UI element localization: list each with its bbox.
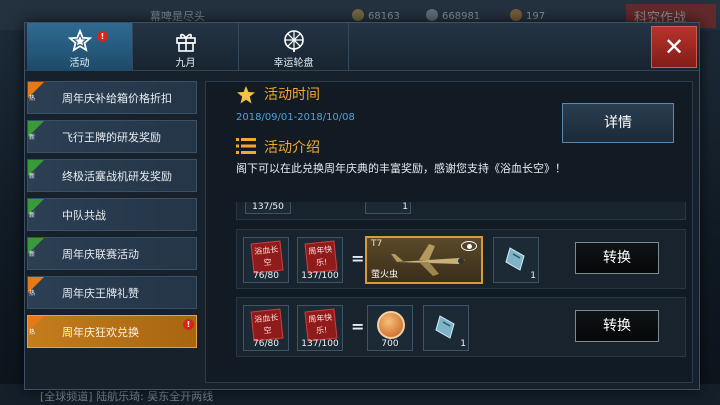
anniversary-token-icon: 浴血长空 (250, 308, 284, 342)
coin-reward-card: 700 (367, 305, 413, 351)
sidebar-item-league[interactable]: 新 周年庆联赛活动 (27, 237, 197, 270)
item-count: 76/80 (253, 271, 279, 281)
reward-item-card: 1 (423, 305, 469, 351)
sidebar-item-ace-research[interactable]: 新 飞行王牌的研发奖励 (27, 120, 197, 153)
item-count: 137/50 (252, 202, 284, 212)
event-list: 热 周年庆补给箱价格折扣 新 飞行王牌的研发奖励 新 终极活塞战机研发奖励 新 … (27, 81, 197, 354)
gold-icon (352, 9, 364, 21)
reward-item-card: 1 (365, 202, 411, 214)
close-icon: ✕ (663, 33, 685, 61)
event-intro-heading: 活动介绍 (264, 140, 320, 156)
redeem-row: 浴血长空 76/80 周年快乐! 137/100 = T7 萤火虫 1 转换 (236, 229, 686, 289)
wheel-icon (283, 30, 304, 52)
convert-button[interactable]: 转换 (575, 242, 659, 274)
equals-sign: = (351, 249, 365, 268)
event-time-heading: 活动时间 (264, 87, 320, 103)
input-item-card: 周年快乐! 137/100 (297, 305, 343, 351)
redeem-row: 浴血长空 76/80 周年快乐! 137/100 = 700 1 转换 (236, 297, 686, 357)
reward-count: 1 (402, 202, 408, 212)
item-count: 137/100 (301, 271, 339, 281)
hot-tag-icon: 热 (28, 316, 44, 336)
event-description: 阁下可以在此兑换周年庆典的丰富奖励，感谢您支持《浴血长空》！ (236, 162, 566, 175)
resource-gold: 68163 (352, 9, 400, 22)
input-item-card: 周年快乐! 137/100 (297, 237, 343, 283)
coin-count: 700 (381, 339, 399, 349)
star-icon (237, 86, 255, 104)
reward-item-card: 1 (493, 237, 539, 283)
reward-count: 1 (460, 339, 466, 349)
preview-eye-icon[interactable] (461, 241, 477, 251)
event-date-range: 2018/09/01-2018/10/08 (236, 112, 355, 123)
close-button[interactable]: ✕ (651, 26, 697, 68)
ticket-icon (435, 315, 455, 339)
tab-lucky-wheel[interactable]: 幸运轮盘 (239, 23, 349, 71)
anniversary-token-icon: 周年快乐! (304, 240, 338, 274)
tab-lucky-wheel-label: 幸运轮盘 (273, 58, 314, 69)
sidebar-item-anniversary-discount[interactable]: 热 周年庆补给箱价格折扣 (27, 81, 197, 114)
sidebar-item-label: 飞行王牌的研发奖励 (62, 131, 161, 144)
chat-text: [全球频道] 陆航乐琦: 吴东全开两线 (40, 390, 214, 403)
coin-icon (377, 311, 405, 339)
gem-icon (510, 9, 522, 21)
plane-icon (391, 244, 465, 276)
tab-events-label: 活动 (69, 58, 90, 69)
hot-tag-icon: 热 (28, 82, 44, 102)
resource-silver: 668981 (426, 9, 480, 22)
equals-sign: = (351, 317, 365, 336)
new-tag-icon: 新 (28, 160, 44, 180)
resource-gem: 197 (510, 9, 545, 22)
event-detail-panel: 活动时间 2018/09/01-2018/10/08 活动介绍 阁下可以在此兑换… (205, 81, 693, 383)
item-count: 76/80 (253, 339, 279, 349)
tab-bar: 活动 ! 九月 幸运轮盘 ✕ (25, 23, 699, 71)
sidebar-item-piston-research[interactable]: 新 终极活塞战机研发奖励 (27, 159, 197, 192)
anniversary-token-icon: 周年快乐! (304, 308, 338, 342)
reward-plane-card[interactable]: T7 萤火虫 (365, 236, 483, 284)
input-item-card: 浴血长空 76/80 (243, 237, 289, 283)
plane-name: 萤火虫 (371, 270, 399, 280)
input-item-card: 137/50 (245, 202, 291, 214)
sidebar-item-squadron[interactable]: 新 中队共战 (27, 198, 197, 231)
anniversary-token-icon: 浴血长空 (250, 240, 284, 274)
sidebar-item-badge: ! (183, 319, 194, 330)
reward-count: 1 (530, 271, 536, 281)
new-tag-icon: 新 (28, 238, 44, 258)
event-dialog: 活动 ! 九月 幸运轮盘 ✕ 热 周年庆补给箱价格折扣 新 飞行王牌的研发奖励 … (24, 22, 700, 390)
convert-button[interactable]: 转换 (575, 310, 659, 342)
gift-icon (175, 33, 196, 52)
redeem-list[interactable]: 137/50 1 浴血长空 76/80 周年快乐! 137/100 = T7 萤… (228, 202, 694, 384)
sidebar-item-label: 中队共战 (62, 209, 106, 222)
hot-tag-icon: 热 (28, 277, 44, 297)
tab-badge: ! (97, 31, 108, 42)
item-count: 137/100 (301, 339, 339, 349)
ticket-icon (505, 247, 525, 271)
new-tag-icon: 新 (28, 121, 44, 141)
new-tag-icon: 新 (28, 199, 44, 219)
sidebar-item-label: 周年庆补给箱价格折扣 (62, 92, 172, 105)
plane-tier: T7 (371, 239, 383, 249)
sidebar-item-label: 终极活塞战机研发奖励 (62, 170, 172, 183)
game-screen: 幕啤是尽头 68163 668981 197 科究作战 [全球频道] 陆航乐琦:… (0, 0, 720, 405)
list-icon (236, 138, 256, 154)
sidebar-item-label: 周年庆联赛活动 (62, 248, 139, 261)
sidebar-item-ace-tribute[interactable]: 热 周年庆王牌礼赞 (27, 276, 197, 309)
sidebar-item-label: 周年庆王牌礼赞 (62, 287, 139, 300)
star-icon (67, 29, 92, 52)
sidebar-item-label: 周年庆狂欢兑换 (62, 326, 139, 339)
sidebar-item-carnival-exchange[interactable]: 热 周年庆狂欢兑换 ! (27, 315, 197, 348)
silver-icon (426, 9, 438, 21)
tab-september[interactable]: 九月 (133, 23, 239, 71)
input-item-card: 浴血长空 76/80 (243, 305, 289, 351)
tab-september-label: 九月 (175, 58, 196, 69)
redeem-row: 137/50 1 (236, 202, 686, 220)
tab-events[interactable]: 活动 ! (27, 23, 133, 71)
details-button[interactable]: 详情 (562, 103, 674, 143)
